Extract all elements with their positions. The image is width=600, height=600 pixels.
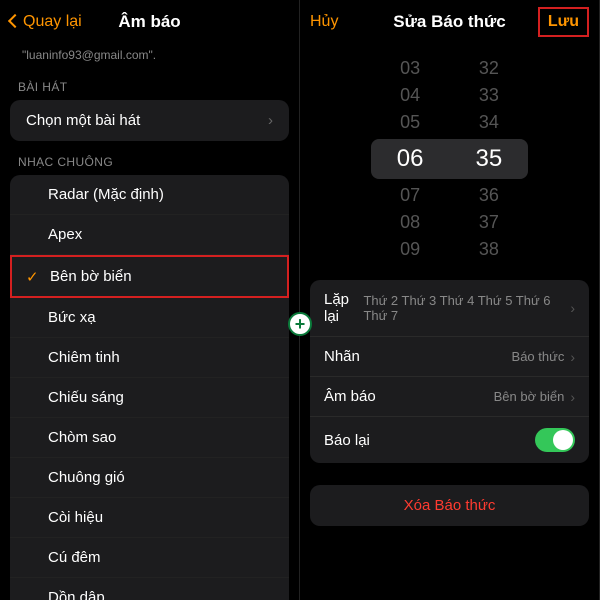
ringtone-item[interactable]: Chiếu sáng [10,378,289,418]
header: Quay lại Âm báo [0,0,299,44]
picker-value: 08 [400,212,420,233]
ringtone-item[interactable]: Bức xạ [10,298,289,338]
picker-value: 38 [479,239,499,260]
picker-value: 09 [400,239,420,260]
back-button[interactable]: Quay lại [10,13,82,31]
sound-label: Âm báo [324,388,376,405]
page-title: Sửa Báo thức [393,12,505,32]
chevron-right-icon: › [268,112,273,129]
ringtone-item[interactable]: Còi hiệu [10,498,289,538]
ringtone-item[interactable]: Dồn dập [10,578,289,600]
chevron-right-icon: › [570,300,575,316]
back-label: Quay lại [23,13,82,31]
chevron-left-icon [10,13,20,31]
ringtone-item[interactable]: Chuông gió [10,458,289,498]
email-text: "luaninfo93@gmail.com". [0,44,299,66]
repeat-label: Lặp lại [324,291,363,325]
picker-selected: 06 [371,139,450,179]
label-label: Nhãn [324,348,360,365]
header: Hủy Sửa Báo thức Lưu [300,0,599,44]
ringtone-item[interactable]: Cú đêm [10,538,289,578]
picker-value: 32 [479,58,499,79]
picker-value: 07 [400,185,420,206]
sound-selection-screen: Quay lại Âm báo "luaninfo93@gmail.com". … [0,0,300,600]
edit-alarm-screen: Hủy Sửa Báo thức Lưu 03 04 05 06 07 08 09 32 33… [300,0,600,600]
chevron-right-icon: › [570,349,575,365]
snooze-toggle[interactable] [535,428,575,452]
picker-selected: 35 [450,139,529,179]
picker-value: 33 [479,85,499,106]
ringtone-item[interactable]: Chiêm tinh [10,338,289,378]
choose-song-row[interactable]: Chọn một bài hát › [10,100,289,141]
ringtone-section-header: NHẠC CHUÔNG [0,141,299,175]
ringtone-item[interactable]: Chòm sao [10,418,289,458]
snooze-label: Báo lại [324,432,370,449]
sound-row[interactable]: Âm báo Bên bờ biển › [310,377,589,417]
minute-column[interactable]: 32 33 34 35 36 37 38 [450,58,529,260]
save-button[interactable]: Lưu [538,7,589,37]
sound-value: Bên bờ biển [494,389,565,404]
alarm-options: Lặp lại Thứ 2 Thứ 3 Thứ 4 Thứ 5 Thứ 6 Th… [310,280,589,463]
picker-value: 03 [400,58,420,79]
delete-alarm-button[interactable]: Xóa Báo thức [310,485,589,526]
choose-song-label: Chọn một bài hát [26,112,140,129]
picker-value: 05 [400,112,420,133]
cancel-button[interactable]: Hủy [310,13,338,31]
label-value: Báo thức [512,349,565,364]
page-title: Âm báo [118,12,180,32]
ringtone-item[interactable]: Apex [10,215,289,255]
repeat-row[interactable]: Lặp lại Thứ 2 Thứ 3 Thứ 4 Thứ 5 Thứ 6 Th… [310,280,589,337]
ringtone-item[interactable]: Bên bờ biển [10,255,289,298]
picker-value: 04 [400,85,420,106]
repeat-value: Thứ 2 Thứ 3 Thứ 4 Thứ 5 Thứ 6 Thứ 7 [363,293,564,323]
song-section-header: BÀI HÁT [0,66,299,100]
picker-value: 37 [479,212,499,233]
snooze-row[interactable]: Báo lại [310,417,589,463]
ringtone-item[interactable]: Radar (Mặc định) [10,175,289,215]
chevron-right-icon: › [570,389,575,405]
plus-icon: + [288,312,312,336]
picker-value: 36 [479,185,499,206]
ringtone-list: Radar (Mặc định)ApexBên bờ biểnBức xạChi… [0,175,299,600]
hour-column[interactable]: 03 04 05 06 07 08 09 [371,58,450,260]
picker-value: 34 [479,112,499,133]
label-row[interactable]: Nhãn Báo thức › [310,337,589,377]
time-picker[interactable]: 03 04 05 06 07 08 09 32 33 34 35 36 37 38 [300,44,599,280]
